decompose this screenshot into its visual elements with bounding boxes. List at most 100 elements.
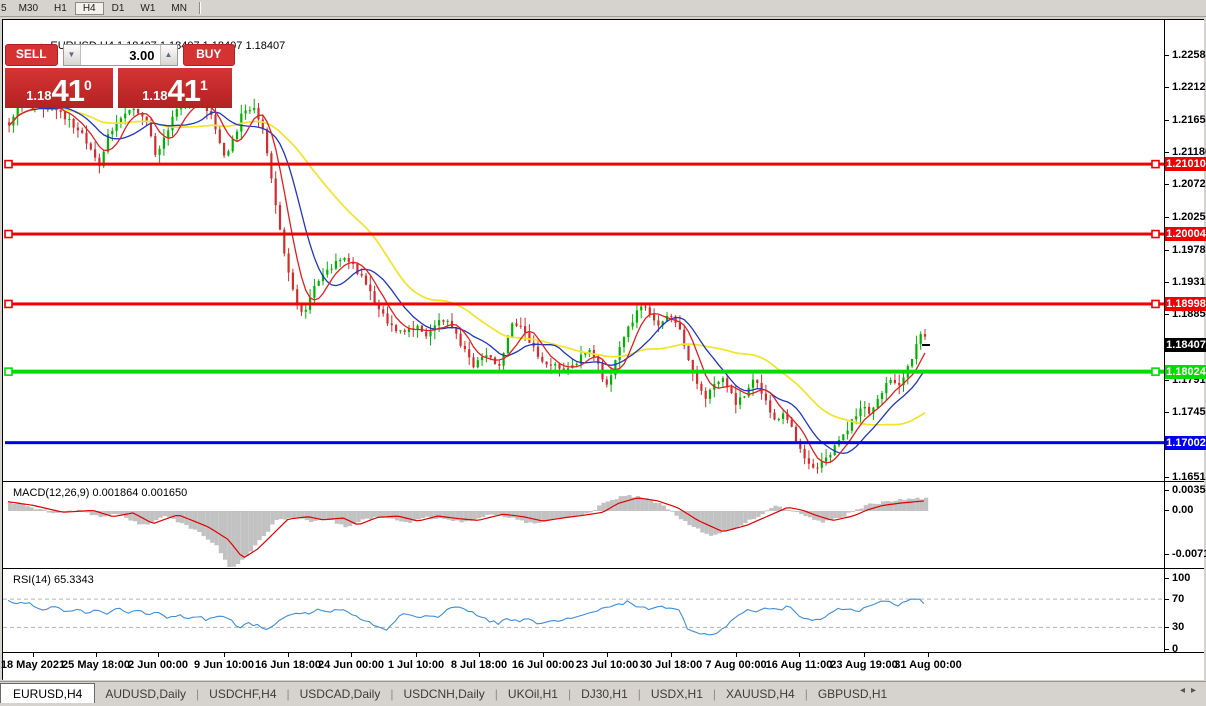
buy-button[interactable]: BUY xyxy=(183,44,236,66)
time-tick-label: 23 Jul 10:00 xyxy=(576,659,638,671)
timeframe-button-H4[interactable]: H4 xyxy=(75,2,104,15)
price-tick-label: 1.21650 xyxy=(1172,114,1206,126)
axis-tick-mark xyxy=(1165,627,1169,628)
hline-1.20004[interactable] xyxy=(5,233,1164,236)
time-tick-label: 24 Jun 00:00 xyxy=(318,659,384,671)
price-tick-label: 1.22120 xyxy=(1172,81,1206,93)
hline-1.17002[interactable] xyxy=(5,441,1164,444)
chart-tab-EURUSD[interactable]: EURUSD,H4 xyxy=(0,683,95,704)
price-tick-label: 1.17450 xyxy=(1172,406,1206,418)
sell-button[interactable]: SELL xyxy=(5,44,58,66)
time-tick-mark xyxy=(864,653,865,657)
rsi-canvas[interactable] xyxy=(3,569,1164,652)
price-tick-label: 1.19780 xyxy=(1172,244,1206,256)
chart-tab-XAUUSD[interactable]: XAUUSD,H4 xyxy=(716,684,805,704)
axis-tick-mark xyxy=(1165,87,1169,88)
axis-tick-mark xyxy=(1165,184,1169,185)
time-tick-label: 9 Jun 10:00 xyxy=(194,659,254,671)
hline-1.18998[interactable] xyxy=(5,302,1164,305)
time-tick-label: 7 Aug 00:00 xyxy=(705,659,766,671)
hline-price-badge: 1.20004 xyxy=(1165,227,1206,241)
axis-tick-mark xyxy=(1165,477,1169,478)
volume-spinner: ▼ ▲ xyxy=(63,44,178,66)
axis-tick-mark xyxy=(1165,599,1169,600)
chart-tab-USDCNH[interactable]: USDCNH,Daily xyxy=(393,684,494,704)
ma-fast-line xyxy=(9,104,925,462)
time-tick-label: 16 Jun 18:00 xyxy=(255,659,321,671)
time-tick-mark xyxy=(736,653,737,657)
rsi-scale-label: 70 xyxy=(1172,593,1184,605)
time-tick-label: 2 Jun 00:00 xyxy=(128,659,188,671)
buy-price-box[interactable]: 1.18411 xyxy=(118,68,232,108)
rsi-scale-label: 30 xyxy=(1172,621,1184,633)
time-tick-mark xyxy=(543,653,544,657)
sell-price-small: 1.18 xyxy=(26,86,51,106)
time-tick-label: 16 Jul 00:00 xyxy=(512,659,574,671)
sell-price-box[interactable]: 1.18410 xyxy=(5,68,113,108)
chart-tab-UKOil[interactable]: UKOil,H1 xyxy=(498,684,568,704)
rsi-axis-line xyxy=(1164,569,1165,652)
macd-pane: MACD(12,26,9) 0.001864 0.001650 0.003515… xyxy=(3,482,1204,569)
hline-1.18024[interactable] xyxy=(5,370,1164,374)
rsi-label: RSI(14) 65.3343 xyxy=(13,574,94,586)
time-tick-label: 31 Aug 00:00 xyxy=(894,659,961,671)
chart-tab-GBPUSD[interactable]: GBPUSD,H1 xyxy=(808,684,897,704)
time-tick-mark xyxy=(671,653,672,657)
price-pane: ▲EURUSD,H4 1.18407 1.18407 1.18407 1.184… xyxy=(3,20,1204,482)
sell-price-big: 41 xyxy=(52,76,84,106)
axis-tick-mark xyxy=(1165,578,1169,579)
axis-tick-mark xyxy=(1165,314,1169,315)
rsi-scale-label: 100 xyxy=(1172,572,1190,584)
time-tick-mark xyxy=(416,653,417,657)
volume-up-button[interactable]: ▲ xyxy=(160,45,177,65)
timeframe-button-W1[interactable]: W1 xyxy=(132,2,163,15)
timeframe-button-M30[interactable]: M30 xyxy=(11,2,46,15)
time-tick-label: 1 Jul 10:00 xyxy=(388,659,444,671)
time-tick-mark xyxy=(479,653,480,657)
axis-tick-mark xyxy=(1165,217,1169,218)
time-tick-label: 8 Jul 18:00 xyxy=(451,659,507,671)
price-tick-label: 1.19310 xyxy=(1172,276,1206,288)
volume-down-button[interactable]: ▼ xyxy=(64,45,81,65)
mt4-terminal: 5M30H1H4D1W1MN ▲EURUSD,H4 1.18407 1.1840… xyxy=(0,0,1206,706)
axis-tick-mark xyxy=(1165,554,1169,555)
current-price-dash xyxy=(922,344,930,346)
hline-price-badge: 1.17002 xyxy=(1165,436,1206,450)
timeframe-button-D1[interactable]: D1 xyxy=(104,2,133,15)
chart-window: ▲EURUSD,H4 1.18407 1.18407 1.18407 1.184… xyxy=(2,19,1204,680)
price-tick-label: 1.20720 xyxy=(1172,178,1206,190)
chart-tab-bar: EURUSD,H4AUDUSD,Daily|USDCHF,H4|USDCAD,D… xyxy=(0,681,1206,704)
time-tick-mark xyxy=(928,653,929,657)
chart-tab-AUDUSD[interactable]: AUDUSD,Daily xyxy=(95,684,196,704)
volume-input[interactable] xyxy=(81,45,160,65)
buy-price-small: 1.18 xyxy=(142,86,167,106)
tab-scroll-right-icon[interactable]: ▸ xyxy=(1191,685,1202,696)
tab-scroll-left-icon[interactable]: ◂ xyxy=(1180,685,1191,696)
hline-price-badge: 1.18024 xyxy=(1165,365,1206,379)
chart-tab-USDX[interactable]: USDX,H1 xyxy=(641,684,713,704)
timeframe-toolbar: 5M30H1H4D1W1MN xyxy=(0,0,1206,17)
axis-tick-mark xyxy=(1165,412,1169,413)
axis-tick-mark xyxy=(1165,55,1169,56)
axis-tick-mark xyxy=(1165,282,1169,283)
hline-1.21010[interactable] xyxy=(5,163,1164,166)
axis-tick-mark xyxy=(1165,120,1169,121)
ma-mid-line xyxy=(9,108,925,454)
axis-tick-mark xyxy=(1165,510,1169,511)
buy-price-sup: 1 xyxy=(200,68,208,102)
axis-tick-mark xyxy=(1165,490,1169,491)
time-tick-mark xyxy=(224,653,225,657)
chart-tab-USDCAD[interactable]: USDCAD,Daily xyxy=(290,684,391,704)
tab-scroll-arrows[interactable]: ◂▸ xyxy=(1180,685,1202,696)
chart-tab-USDCHF[interactable]: USDCHF,H4 xyxy=(199,684,286,704)
macd-scale-label: -0.007178 xyxy=(1172,548,1206,560)
macd-label: MACD(12,26,9) 0.001864 0.001650 xyxy=(13,487,187,499)
time-tick-label: 25 May 18:00 xyxy=(62,659,130,671)
hline-price-badge: 1.21010 xyxy=(1165,157,1206,171)
timeframe-button-H1[interactable]: H1 xyxy=(46,2,75,15)
buy-price-big: 41 xyxy=(168,76,200,106)
timeframe-button-MN[interactable]: MN xyxy=(163,2,195,15)
timeframe-button-5[interactable]: 5 xyxy=(0,2,11,15)
time-tick-label: 23 Aug 19:00 xyxy=(830,659,897,671)
chart-tab-DJ30[interactable]: DJ30,H1 xyxy=(571,684,638,704)
